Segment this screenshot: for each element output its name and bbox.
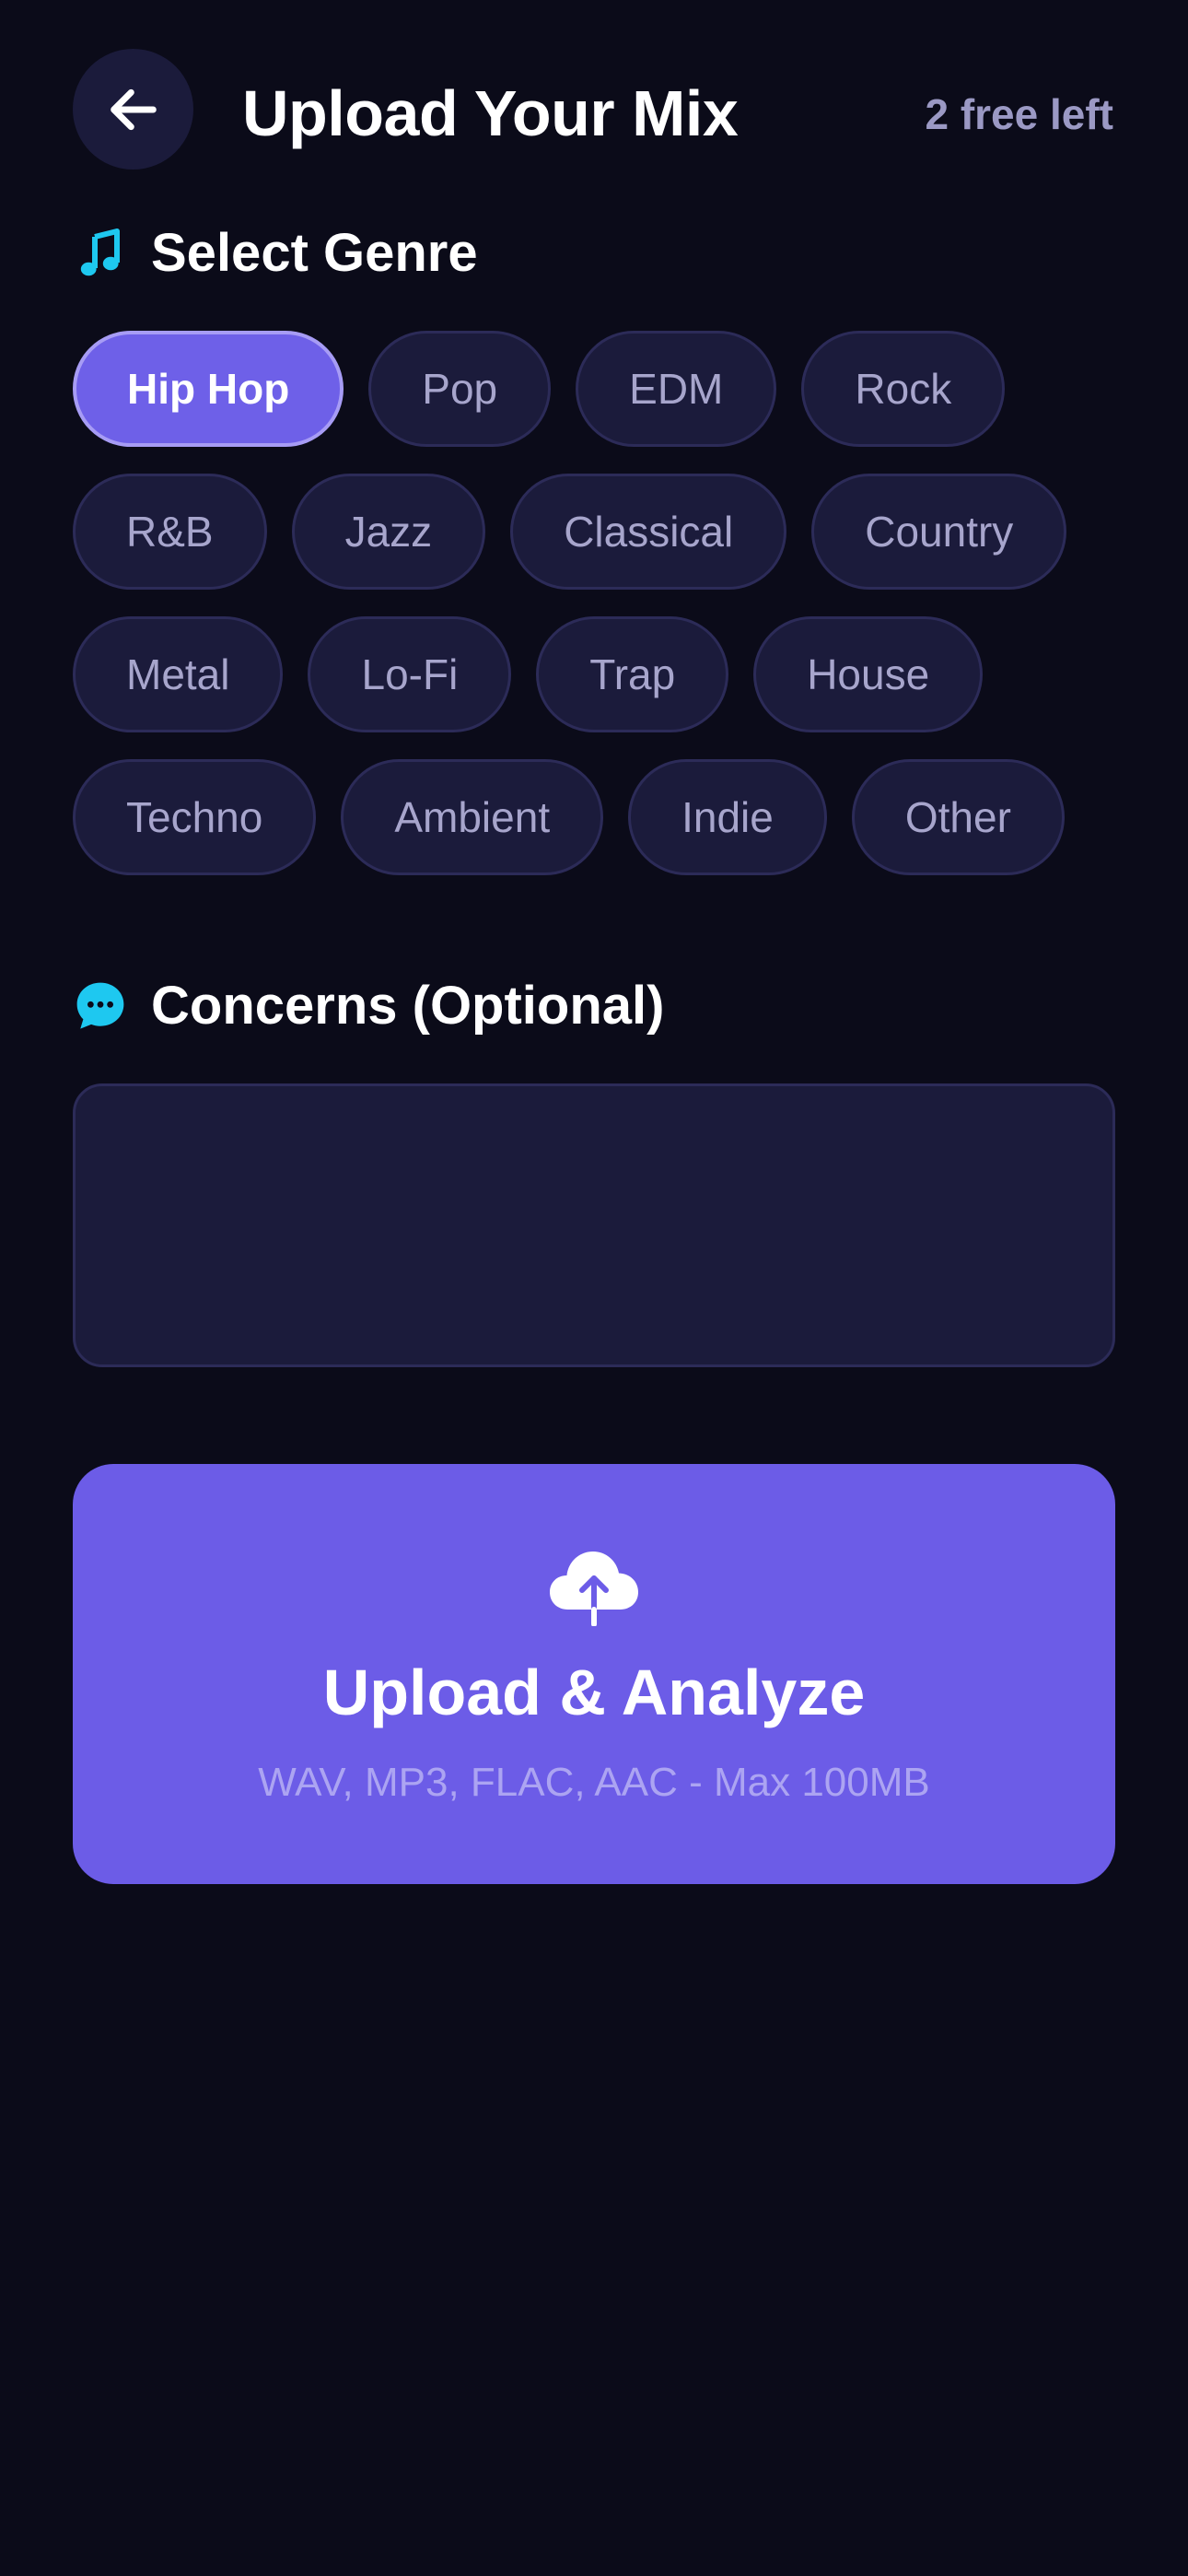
genre-chip-row: Hip Hop Pop EDM Rock xyxy=(73,331,1123,449)
genre-chip-edm[interactable]: EDM xyxy=(576,331,777,447)
free-uploads-remaining: 2 free left xyxy=(925,90,1113,138)
concerns-textarea[interactable] xyxy=(73,1083,1115,1367)
genre-chip-pop[interactable]: Pop xyxy=(368,331,552,447)
genre-chip-row: R&B Jazz Classical Country xyxy=(73,474,1123,591)
genre-chip-house[interactable]: House xyxy=(753,616,984,732)
genre-chip-classical[interactable]: Classical xyxy=(510,474,787,590)
cloud-upload-icon xyxy=(550,1551,638,1626)
genre-chip-indie[interactable]: Indie xyxy=(628,759,827,875)
genre-chip-country[interactable]: Country xyxy=(811,474,1067,590)
genre-chip-rock[interactable]: Rock xyxy=(801,331,1006,447)
music-note-icon xyxy=(73,226,128,281)
genre-chip-lo-fi[interactable]: Lo-Fi xyxy=(308,616,512,732)
concerns-section-heading: Concerns (Optional) xyxy=(73,974,664,1038)
arrow-left-icon xyxy=(110,88,157,130)
genre-chip-ambient[interactable]: Ambient xyxy=(341,759,604,875)
upload-screen: Upload Your Mix 2 free left Select Genre… xyxy=(0,0,1188,2576)
concerns-section-label: Concerns (Optional) xyxy=(151,976,665,1036)
upload-title: Upload & Analyze xyxy=(322,1657,866,1728)
genre-section-label: Select Genre xyxy=(151,223,478,283)
genre-chip-techno[interactable]: Techno xyxy=(73,759,317,875)
upload-analyze-button[interactable]: Upload & Analyze WAV, MP3, FLAC, AAC - M… xyxy=(73,1464,1115,1884)
genre-chip-row: Techno Ambient Indie Other xyxy=(73,759,1123,877)
genre-chip-rnb[interactable]: R&B xyxy=(73,474,267,590)
genre-chip-other[interactable]: Other xyxy=(851,759,1065,875)
upload-format-info: WAV, MP3, FLAC, AAC - Max 100MB xyxy=(258,1760,930,1805)
genre-chip-row: Metal Lo-Fi Trap House xyxy=(73,616,1123,734)
genre-section-heading: Select Genre xyxy=(73,221,478,286)
back-button[interactable] xyxy=(73,49,193,170)
page-title: Upload Your Mix xyxy=(242,77,739,149)
genre-chip-hip-hop[interactable]: Hip Hop xyxy=(73,331,344,447)
chat-bubble-icon xyxy=(73,978,128,1034)
genre-chip-metal[interactable]: Metal xyxy=(73,616,284,732)
genre-chip-trap[interactable]: Trap xyxy=(536,616,729,732)
genre-chip-grid: Hip Hop Pop EDM Rock R&B Jazz Classical … xyxy=(73,331,1123,902)
genre-chip-jazz[interactable]: Jazz xyxy=(291,474,486,590)
